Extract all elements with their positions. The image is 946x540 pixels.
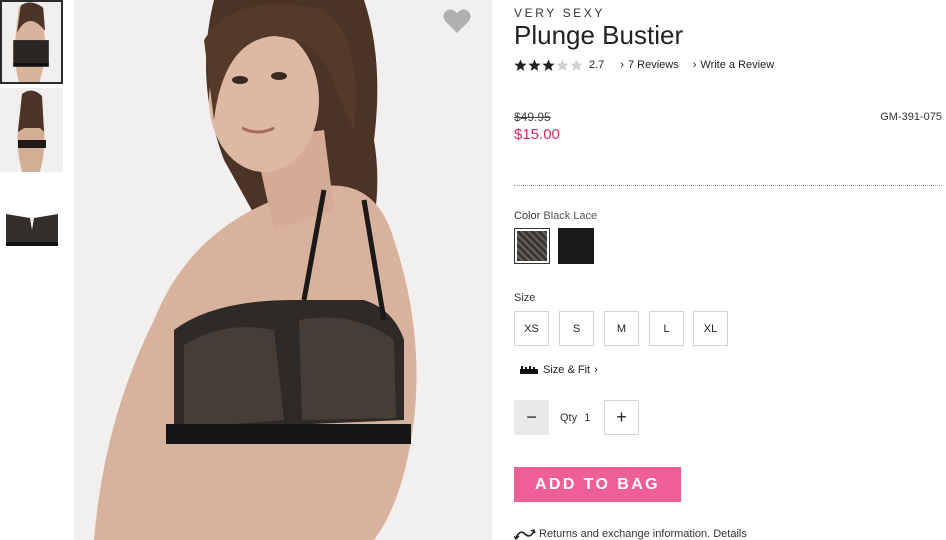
size-label: Size xyxy=(514,292,536,304)
size-l-button[interactable]: L xyxy=(649,311,684,346)
returns-details-link[interactable]: Details xyxy=(713,528,747,540)
qty-value: 1 xyxy=(584,412,591,424)
add-to-bag-button[interactable]: ADD TO BAG xyxy=(514,467,681,502)
size-m-button[interactable]: M xyxy=(604,311,639,346)
rating-value: 2.7 xyxy=(589,59,605,71)
star-icon xyxy=(514,59,527,71)
swatch-black[interactable] xyxy=(558,228,594,264)
qty-label: Qty xyxy=(560,412,578,424)
size-fit-link[interactable]: Size & Fit › xyxy=(520,364,602,376)
sale-price: $15.00 xyxy=(514,126,560,143)
thumbnail-back[interactable] xyxy=(0,88,63,172)
star-icon xyxy=(556,59,569,71)
star-icon xyxy=(570,59,583,71)
star-icon xyxy=(542,59,555,71)
size-fit-label: Size & Fit xyxy=(543,364,591,376)
qty-increase-button[interactable]: + xyxy=(604,400,639,435)
color-label-text: Color xyxy=(514,210,541,222)
product-main-image[interactable] xyxy=(74,0,492,540)
return-arrow-icon xyxy=(514,529,536,540)
swatch-black-lace-fill xyxy=(517,231,547,261)
product-sku: GM-391-075 xyxy=(880,111,942,123)
size-xs-button[interactable]: XS xyxy=(514,311,549,346)
thumbnail-front[interactable] xyxy=(0,0,63,84)
color-label: Color Black Lace xyxy=(514,210,597,222)
brand-label: VERY SEXY xyxy=(514,6,605,20)
chevron-right-icon: › xyxy=(692,59,697,71)
swatch-black-lace[interactable] xyxy=(514,228,550,264)
returns-text: Returns and exchange information. xyxy=(539,528,711,540)
reviews-link-label: 7 Reviews xyxy=(627,59,679,71)
color-selected-value: Black Lace xyxy=(543,210,598,222)
returns-info: Returns and exchange information. Detail… xyxy=(514,528,747,540)
chevron-right-icon: › xyxy=(594,364,598,376)
ruler-icon xyxy=(520,366,538,374)
reviews-link[interactable]: › 7 Reviews xyxy=(620,59,678,71)
rating-row: 2.7 › 7 Reviews › Write a Review xyxy=(514,57,774,73)
qty-decrease-button[interactable]: − xyxy=(514,400,549,435)
heart-icon[interactable] xyxy=(443,8,471,34)
write-review-label: Write a Review xyxy=(700,59,775,71)
chevron-right-icon: › xyxy=(620,59,624,71)
swatch-black-fill xyxy=(558,228,594,264)
size-s-button[interactable]: S xyxy=(559,311,594,346)
original-price: $49.95 xyxy=(514,110,551,124)
qty-display: Qty 1 xyxy=(560,412,590,424)
thumbnail-product[interactable] xyxy=(0,200,63,255)
divider xyxy=(514,185,942,186)
star-icon xyxy=(528,59,541,71)
product-title: Plunge Bustier xyxy=(514,20,684,50)
write-review-link[interactable]: › Write a Review xyxy=(693,59,774,71)
star-rating xyxy=(514,59,583,72)
size-xl-button[interactable]: XL xyxy=(693,311,728,346)
